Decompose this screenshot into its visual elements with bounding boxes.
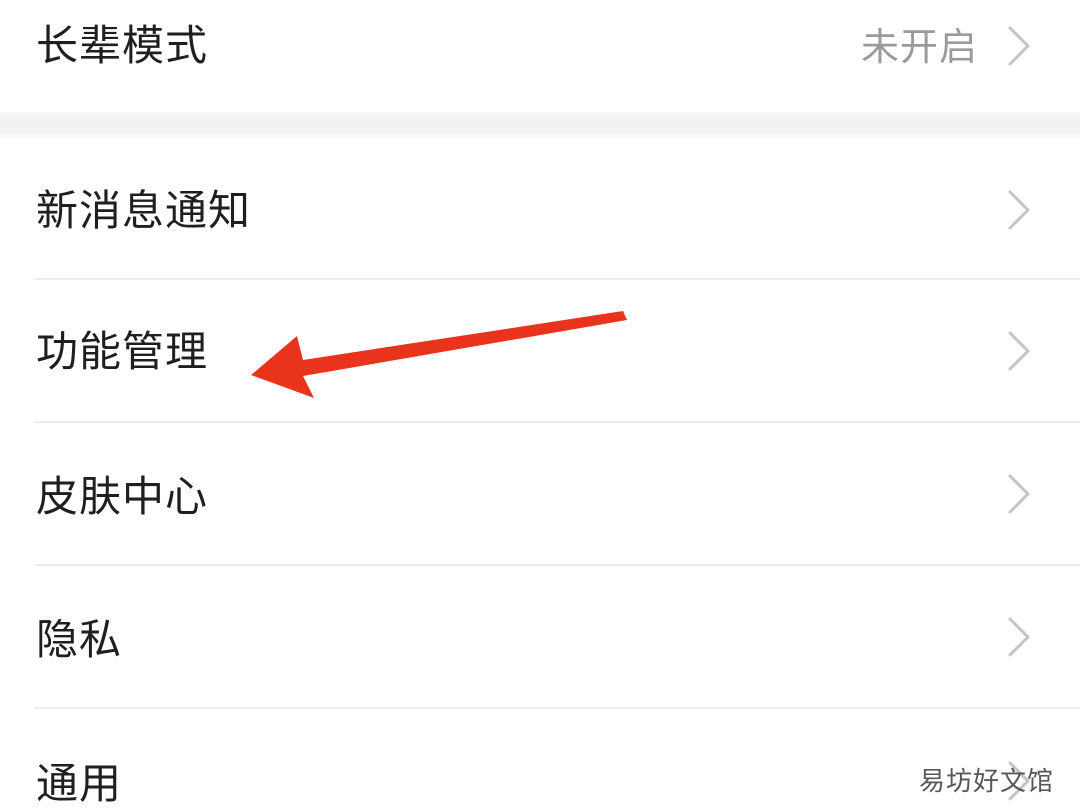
settings-page: 长辈模式 未开启 新消息通知 功能管理 皮肤中心 隐私 通用 易坊好文馆 [0, 0, 1080, 810]
chevron-right-icon [1008, 190, 1030, 230]
section-separator [0, 112, 1080, 140]
chevron-right-icon [1008, 617, 1030, 657]
settings-item-status: 未开启 [860, 25, 978, 69]
chevron-right-icon [1008, 474, 1030, 514]
settings-item-label: 皮肤中心 [36, 472, 209, 521]
settings-item-feature-management[interactable]: 功能管理 [0, 280, 1080, 421]
chevron-right-icon [1008, 331, 1030, 371]
watermark-text: 易坊好文馆 [918, 767, 1054, 797]
settings-item-label: 功能管理 [36, 327, 209, 376]
settings-item-label: 通用 [36, 759, 123, 808]
settings-item-privacy[interactable]: 隐私 [0, 566, 1080, 707]
settings-item-elder-mode[interactable]: 长辈模式 未开启 [0, 0, 1080, 112]
settings-item-label: 长辈模式 [36, 21, 209, 70]
chevron-right-icon [1008, 26, 1030, 66]
settings-item-label: 新消息通知 [36, 186, 252, 235]
settings-item-label: 隐私 [36, 615, 123, 664]
settings-item-new-message-notification[interactable]: 新消息通知 [0, 140, 1080, 278]
settings-item-skin-center[interactable]: 皮肤中心 [0, 423, 1080, 564]
